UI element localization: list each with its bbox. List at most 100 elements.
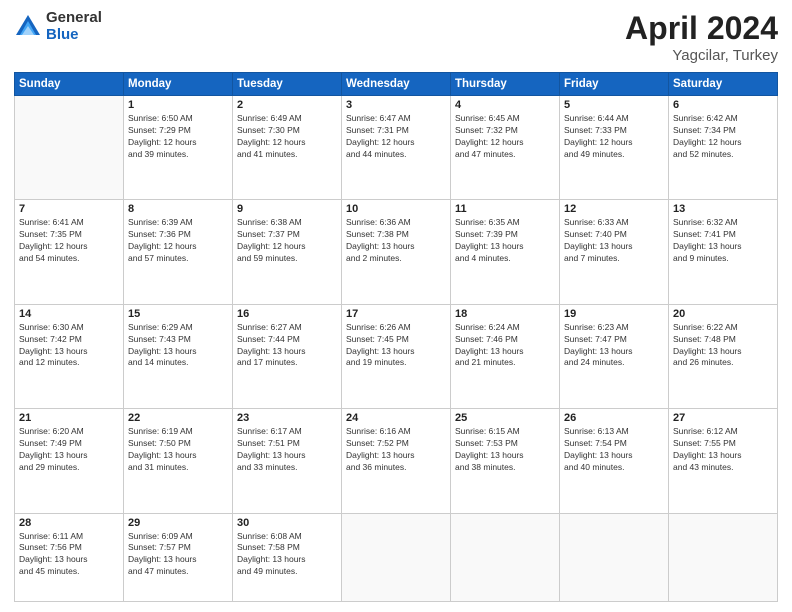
calendar-cell: 22Sunrise: 6:19 AMSunset: 7:50 PMDayligh…	[124, 409, 233, 513]
day-number: 3	[346, 99, 446, 111]
day-info: Sunrise: 6:08 AMSunset: 7:58 PMDaylight:…	[237, 531, 337, 579]
day-number: 19	[564, 308, 664, 320]
calendar-week-4: 21 Sunrise: 6:20 AMSunset: 7:49 PMDayligh…	[15, 409, 778, 513]
calendar-cell: 10 Sunrise: 6:36 AMSunset: 7:38 PMDayligh…	[342, 200, 451, 304]
calendar-cell: 5Sunrise: 6:44 AMSunset: 7:33 PMDaylight…	[560, 96, 669, 200]
calendar-cell: 13 Sunrise: 6:32 AMSunset: 7:41 PMDayligh…	[669, 200, 778, 304]
day-info: Sunrise: 6:50 AMSunset: 7:29 PMDaylight:…	[128, 113, 228, 161]
day-info: Sunrise: 6:15 AMSunset: 7:53 PMDaylight:…	[455, 426, 555, 474]
day-number: 15	[128, 308, 228, 320]
calendar-header-row: SundayMondayTuesdayWednesdayThursdayFrid…	[15, 73, 778, 96]
day-info: Sunrise: 6:32 AMSunset: 7:41 PMDaylight:…	[673, 217, 773, 265]
calendar-cell: 12Sunrise: 6:33 AMSunset: 7:40 PMDayligh…	[560, 200, 669, 304]
calendar-week-5: 28 Sunrise: 6:11 AMSunset: 7:56 PMDayligh…	[15, 513, 778, 601]
day-number: 24	[346, 412, 446, 424]
page: General Blue April 2024 Yagcilar, Turkey…	[0, 0, 792, 612]
day-info: Sunrise: 6:36 AMSunset: 7:38 PMDaylight:…	[346, 217, 446, 265]
day-number: 13	[673, 203, 773, 215]
calendar-cell: 20 Sunrise: 6:22 AMSunset: 7:48 PMDayligh…	[669, 304, 778, 408]
day-number: 6	[673, 99, 773, 111]
day-info: Sunrise: 6:17 AMSunset: 7:51 PMDaylight:…	[237, 426, 337, 474]
calendar-cell: 29Sunrise: 6:09 AMSunset: 7:57 PMDayligh…	[124, 513, 233, 601]
calendar-cell: 24 Sunrise: 6:16 AMSunset: 7:52 PMDayligh…	[342, 409, 451, 513]
title-location: Yagcilar, Turkey	[625, 47, 778, 64]
day-info: Sunrise: 6:22 AMSunset: 7:48 PMDaylight:…	[673, 322, 773, 370]
day-info: Sunrise: 6:45 AMSunset: 7:32 PMDaylight:…	[455, 113, 555, 161]
calendar-cell: 30 Sunrise: 6:08 AMSunset: 7:58 PMDayligh…	[233, 513, 342, 601]
day-info: Sunrise: 6:24 AMSunset: 7:46 PMDaylight:…	[455, 322, 555, 370]
calendar-cell	[342, 513, 451, 601]
calendar-cell: 19 Sunrise: 6:23 AMSunset: 7:47 PMDayligh…	[560, 304, 669, 408]
day-number: 23	[237, 412, 337, 424]
logo: General Blue	[14, 10, 102, 43]
calendar-cell: 1 Sunrise: 6:50 AMSunset: 7:29 PMDaylight…	[124, 96, 233, 200]
col-header-wednesday: Wednesday	[342, 73, 451, 96]
day-info: Sunrise: 6:23 AMSunset: 7:47 PMDaylight:…	[564, 322, 664, 370]
col-header-thursday: Thursday	[451, 73, 560, 96]
calendar-cell: 27 Sunrise: 6:12 AMSunset: 7:55 PMDayligh…	[669, 409, 778, 513]
col-header-monday: Monday	[124, 73, 233, 96]
day-info: Sunrise: 6:16 AMSunset: 7:52 PMDaylight:…	[346, 426, 446, 474]
day-info: Sunrise: 6:19 AMSunset: 7:50 PMDaylight:…	[128, 426, 228, 474]
calendar-cell: 8 Sunrise: 6:39 AMSunset: 7:36 PMDaylight…	[124, 200, 233, 304]
day-number: 26	[564, 412, 664, 424]
day-number: 8	[128, 203, 228, 215]
day-number: 29	[128, 517, 228, 529]
day-info: Sunrise: 6:47 AMSunset: 7:31 PMDaylight:…	[346, 113, 446, 161]
day-info: Sunrise: 6:35 AMSunset: 7:39 PMDaylight:…	[455, 217, 555, 265]
calendar-cell	[15, 96, 124, 200]
col-header-friday: Friday	[560, 73, 669, 96]
col-header-tuesday: Tuesday	[233, 73, 342, 96]
calendar-cell: 28 Sunrise: 6:11 AMSunset: 7:56 PMDayligh…	[15, 513, 124, 601]
day-number: 11	[455, 203, 555, 215]
day-info: Sunrise: 6:13 AMSunset: 7:54 PMDaylight:…	[564, 426, 664, 474]
title-block: April 2024 Yagcilar, Turkey	[625, 10, 778, 64]
day-info: Sunrise: 6:38 AMSunset: 7:37 PMDaylight:…	[237, 217, 337, 265]
day-number: 30	[237, 517, 337, 529]
logo-blue: Blue	[46, 27, 102, 44]
calendar-cell	[560, 513, 669, 601]
day-number: 4	[455, 99, 555, 111]
calendar-week-1: 1 Sunrise: 6:50 AMSunset: 7:29 PMDaylight…	[15, 96, 778, 200]
day-number: 27	[673, 412, 773, 424]
calendar-cell: 16Sunrise: 6:27 AMSunset: 7:44 PMDayligh…	[233, 304, 342, 408]
day-number: 28	[19, 517, 119, 529]
calendar-cell: 4 Sunrise: 6:45 AMSunset: 7:32 PMDaylight…	[451, 96, 560, 200]
day-number: 7	[19, 203, 119, 215]
day-info: Sunrise: 6:29 AMSunset: 7:43 PMDaylight:…	[128, 322, 228, 370]
calendar-cell: 2Sunrise: 6:49 AMSunset: 7:30 PMDaylight…	[233, 96, 342, 200]
day-info: Sunrise: 6:39 AMSunset: 7:36 PMDaylight:…	[128, 217, 228, 265]
title-month: April 2024	[625, 10, 778, 47]
col-header-saturday: Saturday	[669, 73, 778, 96]
calendar-cell: 18Sunrise: 6:24 AMSunset: 7:46 PMDayligh…	[451, 304, 560, 408]
day-number: 20	[673, 308, 773, 320]
day-info: Sunrise: 6:49 AMSunset: 7:30 PMDaylight:…	[237, 113, 337, 161]
calendar-week-3: 14Sunrise: 6:30 AMSunset: 7:42 PMDayligh…	[15, 304, 778, 408]
calendar-cell: 7Sunrise: 6:41 AMSunset: 7:35 PMDaylight…	[15, 200, 124, 304]
day-number: 25	[455, 412, 555, 424]
calendar-cell: 23 Sunrise: 6:17 AMSunset: 7:51 PMDayligh…	[233, 409, 342, 513]
day-number: 17	[346, 308, 446, 320]
logo-icon	[14, 13, 42, 41]
calendar-cell: 6 Sunrise: 6:42 AMSunset: 7:34 PMDaylight…	[669, 96, 778, 200]
calendar-cell: 11 Sunrise: 6:35 AMSunset: 7:39 PMDayligh…	[451, 200, 560, 304]
day-info: Sunrise: 6:42 AMSunset: 7:34 PMDaylight:…	[673, 113, 773, 161]
calendar-cell: 15 Sunrise: 6:29 AMSunset: 7:43 PMDayligh…	[124, 304, 233, 408]
day-info: Sunrise: 6:33 AMSunset: 7:40 PMDaylight:…	[564, 217, 664, 265]
logo-text: General Blue	[46, 10, 102, 43]
day-number: 10	[346, 203, 446, 215]
day-info: Sunrise: 6:12 AMSunset: 7:55 PMDaylight:…	[673, 426, 773, 474]
day-info: Sunrise: 6:11 AMSunset: 7:56 PMDaylight:…	[19, 531, 119, 579]
day-info: Sunrise: 6:27 AMSunset: 7:44 PMDaylight:…	[237, 322, 337, 370]
calendar-cell	[451, 513, 560, 601]
day-number: 5	[564, 99, 664, 111]
day-info: Sunrise: 6:20 AMSunset: 7:49 PMDaylight:…	[19, 426, 119, 474]
day-number: 1	[128, 99, 228, 111]
calendar-week-2: 7Sunrise: 6:41 AMSunset: 7:35 PMDaylight…	[15, 200, 778, 304]
day-number: 21	[19, 412, 119, 424]
logo-general: General	[46, 10, 102, 27]
calendar-cell: 9Sunrise: 6:38 AMSunset: 7:37 PMDaylight…	[233, 200, 342, 304]
calendar-cell: 14Sunrise: 6:30 AMSunset: 7:42 PMDayligh…	[15, 304, 124, 408]
calendar-table: SundayMondayTuesdayWednesdayThursdayFrid…	[14, 72, 778, 602]
calendar-cell	[669, 513, 778, 601]
